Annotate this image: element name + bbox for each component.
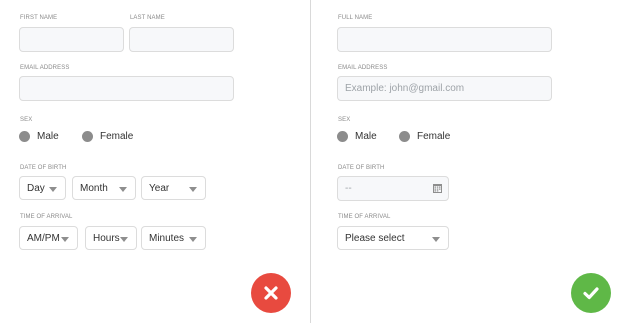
email-field[interactable]: Example: john@gmail.com <box>337 76 552 101</box>
cancel-button[interactable] <box>251 273 291 313</box>
full-name-label: FULL NAME <box>338 15 373 21</box>
arrival-ampm-value: AM/PM <box>27 233 60 244</box>
arrival-hours-select[interactable]: Hours <box>85 226 137 250</box>
email-label: EMAIL ADDRESS <box>20 65 70 71</box>
chevron-down-icon <box>120 237 128 242</box>
radio-dot <box>19 131 30 142</box>
first-name-field[interactable] <box>19 27 124 52</box>
good-form-panel: FULL NAME EMAIL ADDRESS Example: john@gm… <box>311 0 620 323</box>
calendar-icon[interactable] <box>433 183 442 193</box>
radio-dot <box>337 131 348 142</box>
email-placeholder: Example: john@gmail.com <box>345 83 465 94</box>
arrival-label: TIME OF ARRIVAL <box>20 214 73 220</box>
sex-label: SEX <box>338 117 351 123</box>
dob-label: DATE OF BIRTH <box>20 165 67 171</box>
dob-day-value: Day <box>27 183 45 194</box>
radio-label-male: Male <box>355 131 377 142</box>
chevron-down-icon <box>189 187 197 192</box>
dob-label: DATE OF BIRTH <box>338 165 385 171</box>
radio-dot <box>82 131 93 142</box>
arrival-minutes-select[interactable]: Minutes <box>141 226 206 250</box>
arrival-hours-value: Hours <box>93 233 120 244</box>
radio-dot <box>399 131 410 142</box>
full-name-field[interactable] <box>337 27 552 52</box>
email-label: EMAIL ADDRESS <box>338 65 388 71</box>
chevron-down-icon <box>432 237 440 242</box>
arrival-label: TIME OF ARRIVAL <box>338 214 391 220</box>
chevron-down-icon <box>49 187 57 192</box>
chevron-down-icon <box>189 237 197 242</box>
confirm-button[interactable] <box>571 273 611 313</box>
arrival-select[interactable]: Please select <box>337 226 449 250</box>
arrival-ampm-select[interactable]: AM/PM <box>19 226 78 250</box>
email-field[interactable] <box>19 76 234 101</box>
sex-radio-male[interactable]: Male <box>19 131 59 142</box>
last-name-label: LAST NAME <box>130 15 165 21</box>
dob-month-select[interactable]: Month <box>72 176 136 200</box>
chevron-down-icon <box>61 237 69 242</box>
sex-radio-male[interactable]: Male <box>337 131 377 142</box>
first-name-label: FIRST NAME <box>20 15 58 21</box>
dob-year-value: Year <box>149 183 170 194</box>
dob-date-field[interactable]: -- <box>337 176 449 201</box>
dob-placeholder: -- <box>345 183 352 194</box>
arrival-minutes-value: Minutes <box>149 233 185 244</box>
dob-month-value: Month <box>80 183 108 194</box>
chevron-down-icon <box>119 187 127 192</box>
check-icon <box>583 287 599 300</box>
dob-year-select[interactable]: Year <box>141 176 206 200</box>
last-name-field[interactable] <box>129 27 234 52</box>
sex-radio-female[interactable]: Female <box>399 131 450 142</box>
sex-radio-female[interactable]: Female <box>82 131 133 142</box>
radio-label-female: Female <box>100 131 134 142</box>
dob-day-select[interactable]: Day <box>19 176 66 200</box>
radio-label-female: Female <box>417 131 451 142</box>
radio-label-male: Male <box>37 131 59 142</box>
sex-label: SEX <box>20 117 33 123</box>
arrival-select-value: Please select <box>345 233 405 244</box>
close-icon <box>264 286 278 300</box>
